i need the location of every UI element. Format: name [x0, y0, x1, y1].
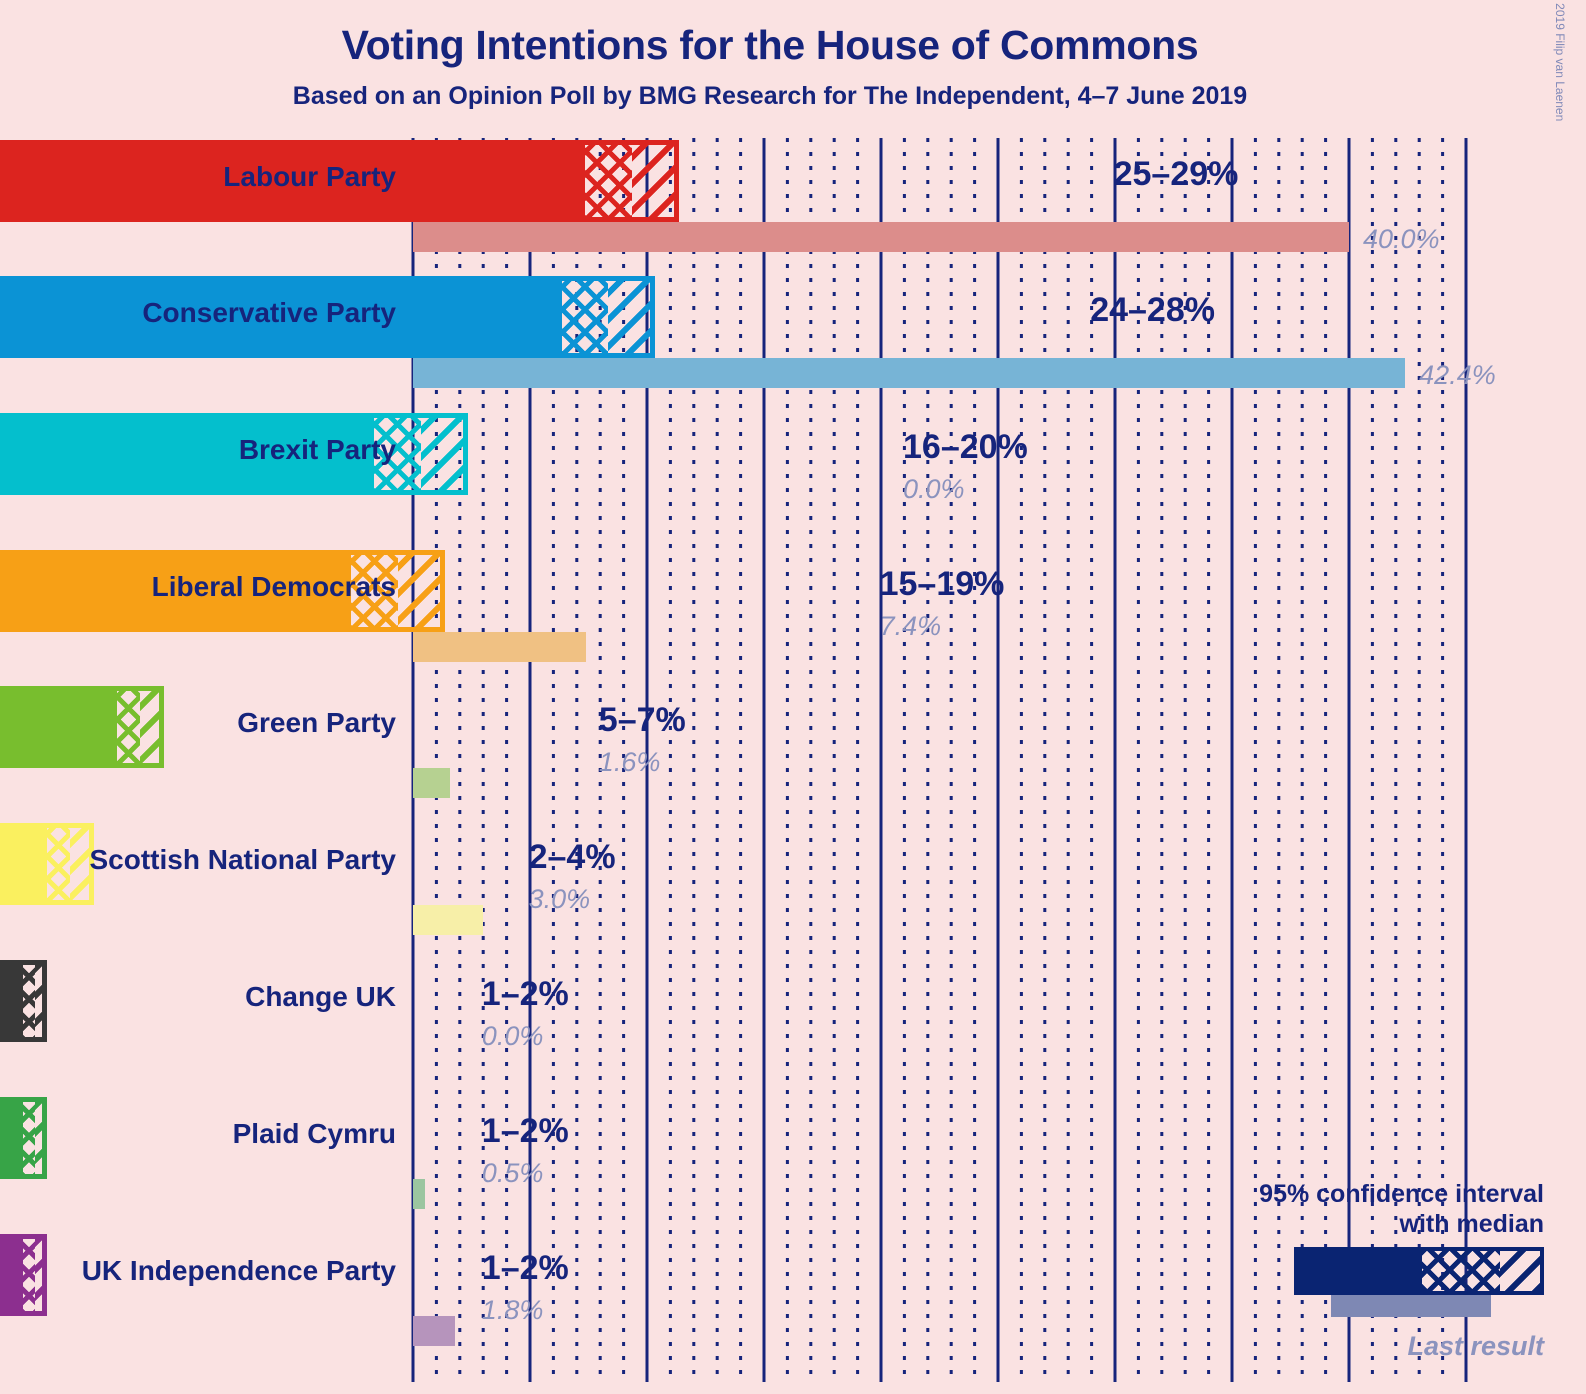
- last-result-bar: [413, 768, 451, 798]
- chart-row: Green Party 5–7% 1.6%: [0, 686, 1586, 798]
- legend-last-result-swatch: [1331, 1295, 1491, 1317]
- legend-diagonal-part: [1500, 1251, 1540, 1291]
- last-result-label: 0.0%: [481, 1021, 544, 1051]
- last-result-label: 7.4%: [879, 611, 942, 641]
- legend-swatch: [1124, 1247, 1544, 1325]
- legend-last-result-label: Last result: [1407, 1331, 1544, 1361]
- last-result-label: 42.4%: [1419, 360, 1496, 390]
- last-result-label: 40.0%: [1363, 224, 1440, 254]
- category-label: Brexit Party: [238, 434, 396, 465]
- category-label: Plaid Cymru: [232, 1118, 396, 1149]
- ci-value-label: 24–28%: [1090, 291, 1215, 329]
- category-label: Green Party: [237, 707, 396, 738]
- chart-row: Liberal Democrats 15–19% 7.4%: [0, 550, 1586, 662]
- last-result-bar: [413, 222, 1349, 252]
- chart-row: Labour Party 25–29% 40.0%: [0, 140, 1586, 254]
- last-result-label: 1.6%: [598, 747, 661, 777]
- bar-diagonal-segment: [421, 413, 468, 495]
- category-label: Labour Party: [223, 161, 396, 192]
- legend-crosshatch-part: [1422, 1251, 1500, 1291]
- last-result-bar: [413, 1316, 456, 1346]
- bar-crosshatch-segment: [585, 140, 632, 222]
- chart-row: Conservative Party 24–28% 42.4%: [0, 276, 1586, 390]
- category-label: Conservative Party: [142, 297, 396, 328]
- last-result-bar: [413, 632, 587, 662]
- bar-crosshatch-segment: [561, 276, 609, 358]
- chart-row: Scottish National Party 2–4% 3.0%: [0, 823, 1586, 935]
- bar-diagonal-segment: [397, 550, 445, 632]
- last-result-bar: [413, 358, 1406, 388]
- chart-container: Voting Intentions for the House of Commo…: [0, 0, 1586, 1394]
- ci-value-label: 5–7%: [598, 701, 686, 739]
- category-label: Change UK: [245, 981, 396, 1012]
- chart-row: Brexit Party 16–20% 0.0%: [0, 413, 1586, 525]
- legend-solid-part: [1298, 1251, 1422, 1291]
- bar-diagonal-segment: [608, 276, 656, 358]
- ci-value-label: 1–2%: [481, 975, 569, 1013]
- ci-value-label: 1–2%: [481, 1249, 569, 1287]
- category-label: Scottish National Party: [89, 844, 396, 875]
- ci-value-label: 16–20%: [903, 428, 1028, 466]
- legend-title-line2: with median: [1399, 1209, 1544, 1238]
- last-result-label: 0.5%: [481, 1158, 544, 1188]
- ci-value-label: 2–4%: [528, 838, 616, 876]
- legend-title: 95% confidence interval with median: [1124, 1180, 1544, 1239]
- category-label: UK Independence Party: [81, 1255, 396, 1286]
- last-result-label: 1.8%: [481, 1295, 544, 1325]
- last-result-label: 3.0%: [528, 884, 591, 914]
- last-result-bar: [413, 1179, 425, 1209]
- last-result-label: 0.0%: [903, 474, 965, 504]
- bar-diagonal-segment: [631, 140, 679, 222]
- category-label: Liberal Democrats: [151, 571, 396, 602]
- chart-row: Change UK 1–2% 0.0%: [0, 960, 1586, 1072]
- last-result-bar: [413, 905, 484, 935]
- ci-value-label: 15–19%: [879, 565, 1005, 603]
- ci-value-label: 25–29%: [1113, 155, 1239, 193]
- ci-value-label: 1–2%: [481, 1112, 569, 1150]
- chart-legend: 95% confidence interval with median Last…: [1124, 1180, 1544, 1362]
- legend-title-line1: 95% confidence interval: [1259, 1180, 1544, 1208]
- legend-ci-swatch: [1294, 1247, 1544, 1295]
